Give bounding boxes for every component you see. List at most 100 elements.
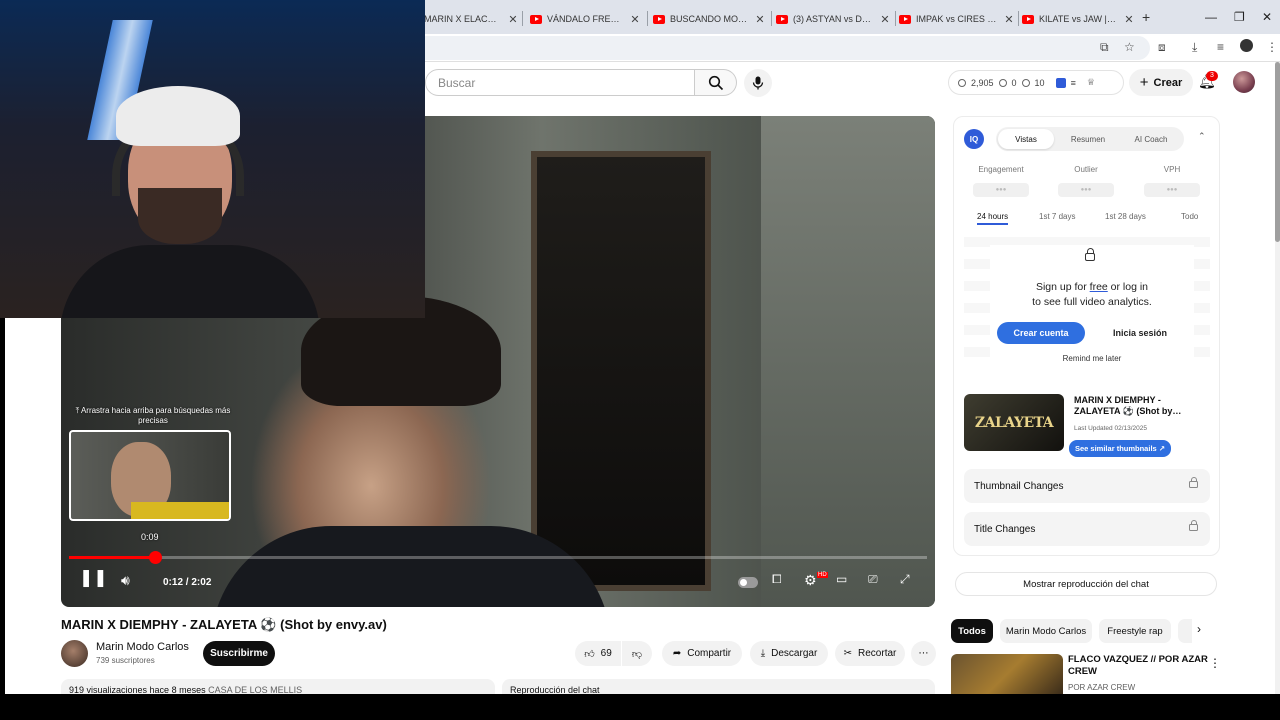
metric-value-blurred: ●●● [1144,183,1200,197]
browser-tab[interactable]: KILATE vs JAW | GRE ✕ [1022,6,1134,32]
plus-icon: + [1139,74,1149,91]
browser-tab[interactable]: MARIN X ELACE X EN ✕ [424,6,518,32]
search-icon [708,75,723,90]
close-window-icon[interactable]: ✕ [1262,10,1272,24]
trophy-icon[interactable]: ♕ [1087,77,1095,88]
autoplay-toggle[interactable] [738,577,758,588]
share-button[interactable]: ➦ Compartir [662,641,742,666]
close-tab-icon[interactable]: ✕ [1004,13,1014,26]
download-button[interactable]: ⤓ Descargar [750,641,828,666]
more-actions-button[interactable]: ⋯ [911,641,936,666]
recommended-thumbnail[interactable] [951,654,1063,694]
recommended-channel[interactable]: POR AZAR CREW [1068,683,1135,692]
extensions-icon[interactable]: ⧈ [1158,40,1166,55]
remind-later-link[interactable]: Remind me later [990,354,1194,363]
restore-icon[interactable]: ❐ [1234,10,1245,24]
install-app-icon[interactable]: ⧉ [1100,40,1109,55]
description-box[interactable]: 919 visualizaciones hace 8 meses CASA DE… [61,679,495,694]
thumbnail-video-title: MARIN X DIEMPHY - ZALAYETA ⚽ (Shot by… [1074,395,1182,416]
close-tab-icon[interactable]: ✕ [630,13,640,26]
preview-shirt [131,502,229,519]
pause-icon[interactable]: ❚❚ [79,568,108,588]
scrollbar-thumb[interactable] [1275,62,1280,242]
channel-avatar[interactable] [61,640,88,667]
bookmark-star-icon[interactable]: ☆ [1124,40,1135,54]
tab-ai-coach[interactable]: AI Coach [1120,129,1182,149]
range-all[interactable]: Todo [1181,212,1198,221]
metric-label: Outlier [1074,165,1098,174]
search-button[interactable] [695,69,737,96]
stat-value: 2,905 [971,77,994,88]
minimize-icon[interactable]: — [1205,10,1217,24]
subscriber-count: 739 suscriptores [96,656,155,665]
thumbnail-changes-row[interactable]: Thumbnail Changes [964,469,1210,503]
close-tab-icon[interactable]: ✕ [508,13,518,26]
download-icon[interactable]: ⤓ [1192,40,1197,55]
free-link[interactable]: free [1090,281,1108,293]
like-button[interactable]: 👍︎ 69 [575,641,621,666]
like-count: 69 [600,648,612,659]
browser-tab[interactable]: BUSCANDO MONEDI ✕ [653,6,765,32]
tab-divider [771,11,772,26]
search-input[interactable]: Buscar [425,69,695,96]
thumbnail-text: ZALAYETA [974,414,1054,431]
iq-analytics-panel: IQ Vistas Resumen AI Coach ⌃ Engagement … [953,116,1220,556]
new-tab-icon[interactable]: + [1142,9,1150,25]
close-tab-icon[interactable]: ✕ [755,13,765,26]
tab-vistas[interactable]: Vistas [998,129,1054,149]
range-24-hours[interactable]: 24 hours [977,212,1009,225]
cast-icon[interactable]: ⎚ [868,572,878,587]
login-button[interactable]: Inicia sesión [1095,322,1185,344]
tab-title: IMPAK vs CIRES | GRE [916,14,998,24]
create-button[interactable]: + Crear [1129,69,1193,96]
description-tag[interactable]: CASA DE LOS MELLIS [208,685,302,694]
chip-partial[interactable] [1178,619,1192,643]
recommended-title[interactable]: FLACO VAZQUEZ // POR AZAR CREW [1068,654,1208,678]
see-similar-thumbnails-button[interactable]: See similar thumbnails ↗ [1069,440,1172,457]
progress-bar[interactable] [69,551,927,564]
list-icon[interactable]: ≡ [1071,78,1076,88]
clip-button[interactable]: ✂ Recortar [835,641,905,666]
create-account-button[interactable]: Crear cuenta [997,322,1085,344]
lock-icon [1085,248,1095,261]
voice-search-button[interactable] [744,69,772,97]
tab-divider [522,11,523,26]
range-28-days[interactable]: 1st 28 days [1105,212,1146,221]
profile-icon[interactable] [1240,39,1253,52]
range-7-days[interactable]: 1st 7 days [1039,212,1075,221]
channel-name[interactable]: Marin Modo Carlos [96,641,189,653]
subtitles-icon[interactable]: ⧠ [772,572,782,587]
close-tab-icon[interactable]: ✕ [1124,13,1134,26]
title-changes-row[interactable]: Title Changes [964,512,1210,546]
tab-divider [647,11,648,26]
subscribe-button[interactable]: Suscribirme [203,641,275,666]
more-options-icon[interactable]: ⋮ [1209,656,1221,670]
scrubber-handle[interactable] [148,551,162,564]
browser-tab[interactable]: VÁNDALO FREESTYLE ✕ [530,6,640,32]
theater-mode-icon[interactable]: ▭ [836,572,847,586]
microphone-icon [752,76,764,90]
close-tab-icon[interactable]: ✕ [880,13,890,26]
media-control-icon[interactable]: ≡ [1217,40,1224,54]
extension-stats-bar[interactable]: 2,905 0 10 ≡ ♕ [948,70,1124,95]
fullscreen-icon[interactable]: ⤢ [900,572,910,587]
chip-channel[interactable]: Marin Modo Carlos [1000,619,1092,643]
current-time: 0:12 [163,577,184,588]
volume-icon[interactable]: 🔊︎ [121,572,130,589]
chip-todos[interactable]: Todos [951,619,993,643]
iq-extension-icon[interactable] [1055,77,1066,88]
browser-tab[interactable]: IMPAK vs CIRES | GRE ✕ [899,6,1014,32]
tab-title: KILATE vs JAW | GRE [1039,14,1118,24]
tab-resumen[interactable]: Resumen [1058,129,1118,149]
browser-menu-icon[interactable]: ⋮ [1266,40,1278,54]
account-avatar[interactable] [1233,71,1255,93]
chip-freestyle-rap[interactable]: Freestyle rap [1099,619,1171,643]
collapse-chevron-icon[interactable]: ⌃ [1198,131,1206,142]
page-scrollbar[interactable] [1275,62,1280,694]
browser-tab[interactable]: (3) ASTYAN vs DRAG ✕ [776,6,890,32]
video-frame-door [531,151,711,591]
dislike-button[interactable]: 👎︎ [622,641,652,666]
chevron-right-icon[interactable]: › [1197,622,1201,636]
settings-gear-icon[interactable]: ⚙ [804,572,817,589]
show-chat-replay-button[interactable]: Mostrar reproducción del chat [955,572,1217,596]
